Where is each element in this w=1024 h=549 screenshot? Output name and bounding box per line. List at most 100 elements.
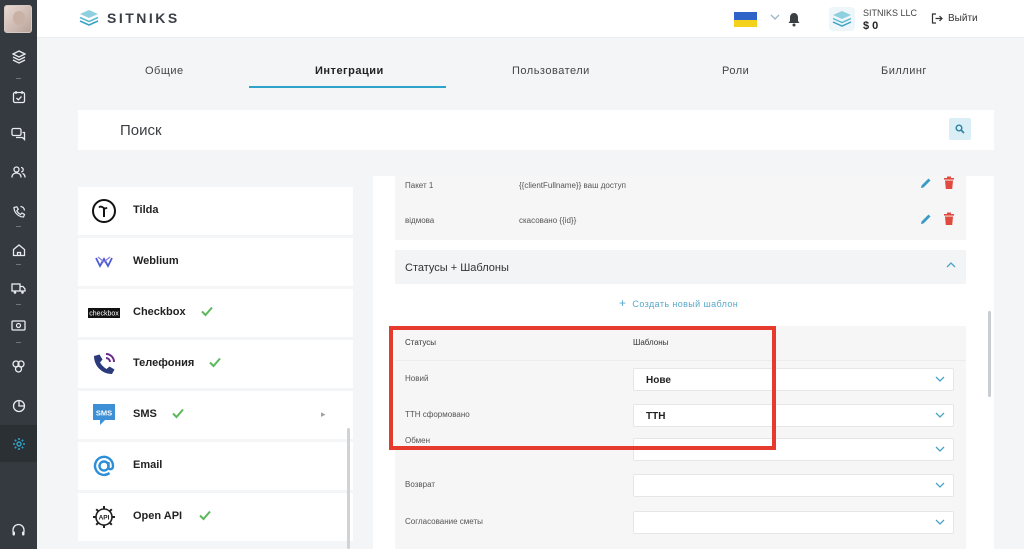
integration-item-email[interactable]: Email bbox=[78, 442, 353, 490]
calendar-check-icon bbox=[12, 90, 25, 103]
tab-general[interactable]: Общие bbox=[145, 65, 184, 77]
integration-item-tilda[interactable]: Tilda bbox=[78, 187, 353, 235]
svg-text:checkbox: checkbox bbox=[89, 311, 119, 318]
chevron-down-icon[interactable] bbox=[770, 13, 780, 21]
language-flag-ukraine[interactable] bbox=[734, 12, 757, 27]
connected-check-icon bbox=[201, 306, 213, 317]
sidebar-item-delivery[interactable] bbox=[0, 270, 37, 307]
phone-call-icon bbox=[12, 205, 25, 218]
search-label: Поиск bbox=[120, 122, 162, 139]
sidebar-item-orders[interactable] bbox=[0, 78, 37, 115]
sidebar-item-support[interactable] bbox=[0, 512, 37, 549]
integration-item-telephony[interactable]: Телефония bbox=[78, 340, 353, 388]
chevron-right-icon: ▸ bbox=[321, 409, 326, 419]
sidebar-item-clients[interactable] bbox=[0, 153, 37, 190]
plus-icon: + bbox=[619, 296, 627, 310]
email-at-icon bbox=[90, 452, 118, 480]
sidebar-item-integrations-hub[interactable] bbox=[0, 348, 37, 385]
sidebar-item-analytics[interactable] bbox=[0, 387, 37, 424]
search-bar[interactable]: Поиск bbox=[78, 110, 994, 150]
panel-scrollbar[interactable] bbox=[988, 311, 991, 397]
statuses-templates-accordion[interactable]: Статусы + Шаблоны bbox=[395, 250, 966, 284]
create-template-label: Создать новый шаблон bbox=[632, 299, 739, 309]
integration-item-open-api[interactable]: API Open API bbox=[78, 493, 353, 541]
account-name[interactable]: SITNIKS LLC bbox=[863, 8, 917, 18]
tab-roles[interactable]: Роли bbox=[722, 65, 749, 77]
headset-icon bbox=[12, 523, 25, 536]
highlight-annotation-box bbox=[389, 326, 776, 450]
connected-check-icon bbox=[172, 408, 184, 419]
chat-icon bbox=[11, 127, 26, 141]
search-icon bbox=[955, 124, 965, 134]
edit-icon[interactable] bbox=[919, 212, 933, 226]
integrations-list: Tilda Weblium checkbox Checkbox Телефони… bbox=[78, 176, 353, 549]
integration-item-sms[interactable]: SMS SMS ▸ bbox=[78, 391, 353, 439]
template-select[interactable] bbox=[633, 474, 954, 497]
status-name: Возврат bbox=[405, 480, 435, 489]
tab-billing[interactable]: Биллинг bbox=[881, 65, 927, 77]
integration-name: Open API bbox=[133, 510, 183, 522]
bell-icon[interactable] bbox=[787, 11, 801, 27]
template-text: {{clientFullname}} ваш доступ bbox=[519, 181, 626, 190]
accordion-title: Статусы + Шаблоны bbox=[405, 262, 509, 274]
tab-users[interactable]: Пользователи bbox=[512, 65, 590, 77]
chevron-up-icon[interactable] bbox=[946, 261, 956, 269]
api-gear-icon: API bbox=[90, 503, 118, 531]
integrations-icon bbox=[12, 360, 25, 373]
connected-check-icon bbox=[199, 510, 211, 521]
integration-name: Tilda bbox=[133, 204, 159, 216]
phone-icon bbox=[90, 350, 118, 378]
integration-name: Checkbox bbox=[133, 306, 186, 318]
edit-icon[interactable] bbox=[919, 176, 933, 190]
weblium-icon bbox=[90, 248, 118, 276]
connected-check-icon bbox=[209, 357, 221, 368]
integration-item-checkbox[interactable]: checkbox Checkbox bbox=[78, 289, 353, 337]
settings-tabs: Общие Интеграции Пользователи Роли Билли… bbox=[37, 38, 1024, 90]
tilda-icon bbox=[90, 197, 118, 225]
sidebar-item-warehouse[interactable] bbox=[0, 231, 37, 268]
app-logo[interactable]: SITNIKS bbox=[79, 9, 180, 27]
svg-text:SMS: SMS bbox=[96, 409, 112, 418]
create-template-link[interactable]: + Создать новый шаблон bbox=[619, 296, 738, 310]
users-icon bbox=[11, 165, 26, 178]
top-header: SITNIKS SITNIKS LLC $ 0 Выйти bbox=[37, 0, 1024, 38]
truck-icon bbox=[11, 283, 26, 294]
checkbox-logo-icon: checkbox bbox=[88, 299, 120, 327]
layers-icon bbox=[11, 49, 26, 64]
template-text: скасовано {{id}} bbox=[519, 216, 577, 225]
svg-text:API: API bbox=[99, 515, 110, 522]
integration-item-weblium[interactable]: Weblium bbox=[78, 238, 353, 286]
active-tab-underline bbox=[249, 86, 446, 88]
template-select[interactable] bbox=[633, 511, 954, 534]
sidebar-item-calls[interactable] bbox=[0, 193, 37, 230]
chevron-down-icon bbox=[935, 446, 945, 452]
chevron-down-icon bbox=[935, 376, 945, 382]
logout-button[interactable]: Выйти bbox=[931, 13, 978, 24]
user-avatar[interactable] bbox=[4, 5, 32, 33]
template-name: Пакет 1 bbox=[405, 181, 434, 190]
delete-icon[interactable] bbox=[943, 212, 955, 226]
delete-icon[interactable] bbox=[943, 176, 955, 190]
sitniks-logo-icon bbox=[79, 10, 99, 26]
chevron-down-icon bbox=[935, 519, 945, 525]
cash-icon bbox=[11, 320, 26, 331]
chevron-down-icon bbox=[935, 412, 945, 418]
integration-name: Телефония bbox=[133, 357, 195, 369]
integrations-scrollbar[interactable] bbox=[347, 428, 350, 549]
sidebar-item-chats[interactable] bbox=[0, 115, 37, 152]
gear-icon bbox=[12, 437, 25, 450]
sidebar-item-products[interactable] bbox=[0, 38, 37, 75]
tab-integrations[interactable]: Интеграции bbox=[315, 65, 384, 77]
sidebar-item-finance[interactable] bbox=[0, 307, 37, 344]
search-button[interactable] bbox=[949, 118, 971, 140]
chevron-down-icon bbox=[935, 482, 945, 488]
integration-name: Weblium bbox=[133, 255, 179, 267]
template-row: Пакет 1 {{clientFullname}} ваш доступ bbox=[395, 176, 966, 206]
pie-chart-icon bbox=[12, 399, 25, 412]
mapping-row: Возврат bbox=[395, 470, 966, 506]
sms-icon: SMS bbox=[90, 401, 118, 429]
account-logo-icon bbox=[829, 7, 855, 31]
template-name: відмова bbox=[405, 216, 435, 225]
logo-text: SITNIKS bbox=[107, 10, 180, 26]
sidebar-item-settings[interactable] bbox=[0, 425, 37, 462]
